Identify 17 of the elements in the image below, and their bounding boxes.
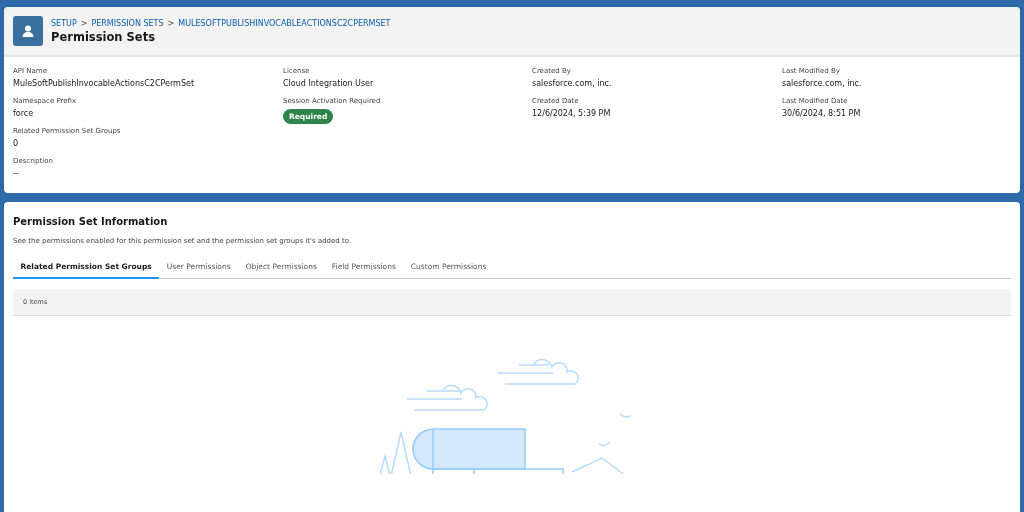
field-value: 30/6/2024, 8:51 PM — [782, 109, 862, 119]
breadcrumb-link[interactable]: PERMISSION SETS — [91, 18, 164, 28]
field-value: MuleSoftPublishInvocableActionsC2CPermSet — [13, 79, 196, 89]
field-value: Cloud Integration User — [283, 79, 375, 89]
page-title: Permission Sets — [51, 29, 156, 44]
field-value: 0 — [13, 139, 20, 149]
breadcrumb-separator: > — [167, 18, 175, 28]
field-value: salesforce.com, inc. — [782, 79, 863, 89]
field-value: -- — [13, 169, 20, 179]
field-value: salesforce.com, inc. — [532, 79, 613, 89]
user-icon — [13, 16, 43, 46]
field-value: force — [13, 109, 35, 119]
section-title: Permission Set Information — [13, 216, 169, 227]
field-value: 12/6/2024, 5:39 PM — [532, 109, 612, 119]
breadcrumb-link[interactable]: SETUP — [51, 18, 77, 28]
breadcrumb-separator: > — [80, 18, 88, 28]
breadcrumb-link[interactable]: MULESOFTPUBLISHINVOCABLEACTIONSC2CPERMSET — [178, 18, 391, 28]
